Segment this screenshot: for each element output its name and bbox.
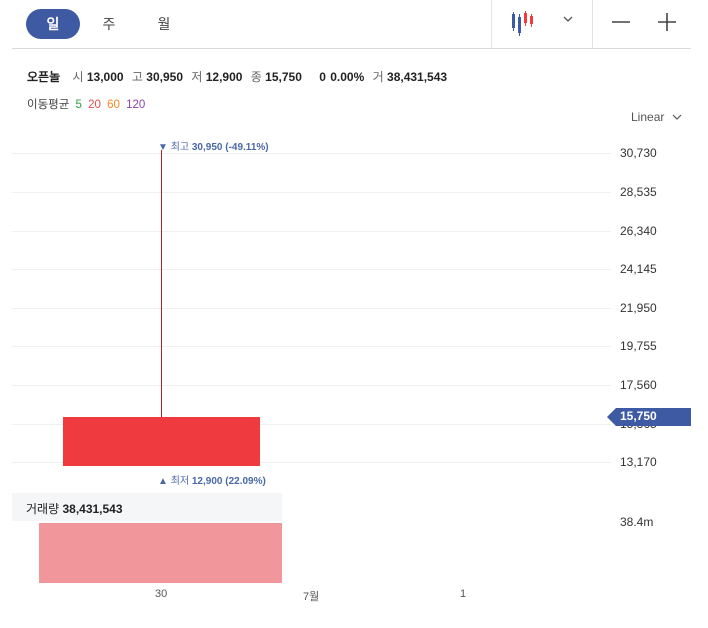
zoom-in-button[interactable]: [652, 8, 682, 38]
moving-average-label: 이동평균: [27, 99, 70, 111]
close-key: 종: [250, 70, 262, 84]
high-value: 30,950: [146, 70, 183, 84]
toolbar-divider: [592, 0, 593, 48]
low-annotation: ▲ 최저 12,900 (22.09%): [158, 472, 266, 487]
open-key: 시: [72, 70, 84, 84]
y-tick-label: 17,560: [620, 378, 657, 392]
y-tick-label: 26,340: [620, 224, 657, 238]
high-annotation-value: 30,950: [191, 142, 223, 153]
stock-name: 오픈놀: [27, 70, 61, 84]
low-value: 12,900: [205, 70, 243, 84]
ohlc-summary: 오픈놀 시 13,000 고 30,950 저 12,900 종 15,750 …: [27, 68, 452, 85]
high-annotation: ▼ 최고 30,950 (-49.11%): [158, 138, 269, 153]
high-key: 고: [131, 70, 143, 84]
high-annotation-prefix: 최고: [170, 142, 190, 153]
volume-key: 거: [372, 70, 384, 84]
ma-period-20[interactable]: 20: [88, 99, 101, 111]
scale-selector[interactable]: Linear: [631, 110, 682, 124]
low-annotation-prefix: 최저: [170, 476, 190, 487]
x-tick-label: 7월: [303, 591, 320, 603]
grid-line: [12, 153, 611, 154]
y-tick-label: 13,170: [620, 455, 657, 469]
chevron-down-icon[interactable]: [563, 14, 573, 26]
candlestick-icon: [512, 11, 533, 36]
volume-amount: 38,431,543: [62, 502, 123, 516]
plus-icon: [658, 13, 676, 31]
x-tick-label: 1: [460, 588, 467, 600]
x-tick-label: 30: [155, 588, 168, 600]
volume-header: 거래량 38,431,543: [12, 493, 282, 521]
open-value: 13,000: [86, 70, 124, 84]
y-tick-label: 28,535: [620, 185, 657, 199]
volume-tick-label: 38.4m: [620, 515, 654, 529]
zoom-out-button[interactable]: [606, 8, 636, 38]
toolbar: 일 주 월: [12, 0, 691, 49]
change-pct: 0.00%: [330, 70, 365, 84]
y-tick-label: 19,755: [620, 339, 657, 353]
tab-day[interactable]: 일: [26, 9, 80, 39]
triangle-down-icon: ▼: [158, 142, 168, 153]
change-value: 0: [319, 70, 326, 84]
chevron-down-icon: [672, 114, 682, 120]
last-price-value: 15,750: [620, 409, 657, 423]
minus-icon: [612, 21, 630, 23]
tab-month[interactable]: 월: [149, 9, 179, 39]
grid-line: [12, 346, 611, 347]
tab-week[interactable]: 주: [94, 9, 124, 39]
low-annotation-value: 12,900: [191, 476, 223, 487]
ma-period-120[interactable]: 120: [126, 99, 145, 111]
moving-average-legend: 이동평균 5 20 60 120: [27, 96, 148, 112]
y-tick-label: 30,730: [620, 146, 657, 160]
toolbar-divider: [491, 0, 492, 48]
y-tick-label: 24,145: [620, 262, 657, 276]
grid-line: [12, 385, 611, 386]
low-key: 저: [191, 70, 203, 84]
grid-line: [12, 231, 611, 232]
low-annotation-pct: (22.09%): [225, 476, 266, 487]
volume-bar[interactable]: [39, 523, 282, 583]
last-price-tag: 15,750: [607, 408, 691, 426]
ma-period-60[interactable]: 60: [107, 99, 120, 111]
ma-period-5[interactable]: 5: [76, 99, 82, 111]
scale-label: Linear: [631, 110, 665, 124]
volume-label: 거래량 38,431,543: [26, 500, 123, 517]
grid-line: [12, 192, 611, 193]
close-value: 15,750: [265, 70, 302, 84]
volume-value: 38,431,543: [387, 70, 448, 84]
grid-line: [12, 269, 611, 270]
high-annotation-pct: (-49.11%): [225, 142, 269, 153]
volume-title: 거래량: [26, 502, 60, 516]
grid-line: [12, 308, 611, 309]
triangle-up-icon: ▲: [158, 476, 168, 487]
candle-body[interactable]: [63, 417, 260, 466]
y-tick-label: 21,950: [620, 301, 657, 315]
